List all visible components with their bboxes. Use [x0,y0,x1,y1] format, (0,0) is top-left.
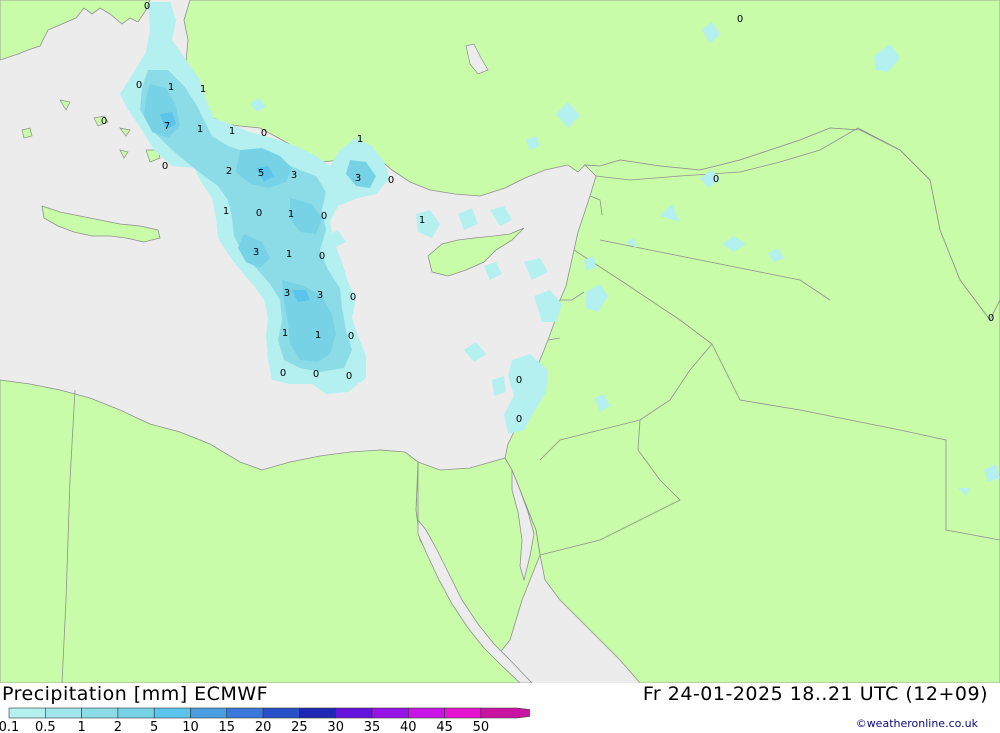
precip-value: 3 [355,173,361,184]
legend-swatch [371,707,409,719]
valid-time: Fr 24-01-2025 18..21 UTC (12+09) [642,683,988,705]
credit-link[interactable]: ©weatheronline.co.uk [856,717,978,730]
color-legend: 0.1 0.5 1 2 5 10 15 20 25 30 35 40 45 50 [0,706,530,733]
precip-value: 0 [713,174,719,185]
legend-label: 40 [400,720,417,733]
legend-label: 10 [182,720,199,733]
legend-swatch [444,707,482,719]
legend-swatch [153,707,191,719]
precip-value: 0 [256,208,262,219]
precip-value: 5 [258,168,264,179]
precip-value: 0 [313,369,319,380]
precip-value: 0 [321,211,327,222]
legend-label: 1 [77,720,85,733]
legend-label: 50 [473,720,490,733]
precip-value: 0 [136,80,142,91]
precip-value: 2 [226,166,232,177]
map-footer: Precipitation [mm] ECMWF Fr 24-01-2025 1… [0,683,1000,733]
precip-value: 3 [253,247,259,258]
legend-label: 45 [436,720,453,733]
precip-value: 0 [516,414,522,425]
precip-value: 0 [388,175,394,186]
map-title: Precipitation [mm] ECMWF [2,683,269,705]
precip-value: 0 [988,313,994,324]
precip-value: 0 [162,161,168,172]
legend-swatch [407,707,445,719]
precip-value: 0 [348,331,354,342]
legend-label: 15 [219,720,236,733]
precip-value: 1 [197,124,203,135]
legend-swatch [44,707,82,719]
legend-swatch [335,707,373,719]
precip-value: 0 [280,368,286,379]
precip-value: 0 [319,251,325,262]
precip-value: 0 [261,128,267,139]
precip-value: 0 [737,14,743,25]
legend-swatch [190,707,228,719]
legend-swatch [299,707,336,719]
legend-label: 0.1 [0,720,19,733]
precip-value: 1 [286,249,292,260]
precip-value: 1 [357,134,363,145]
legend-label: 30 [327,720,344,733]
legend-label: 20 [255,720,272,733]
precip-value: 1 [200,84,206,95]
precip-value: 0 [346,371,352,382]
precip-value: 1 [282,328,288,339]
precip-value: 1 [229,126,235,137]
precip-value: 3 [284,288,290,299]
precip-value: 0 [516,375,522,386]
precip-value: 1 [315,330,321,341]
precip-value: 1 [168,82,174,93]
legend-label: 5 [150,720,158,733]
legend-label: 25 [291,720,308,733]
legend-swatch [117,707,155,719]
precip-value: 7 [164,121,170,132]
precip-value: 0 [144,1,150,12]
legend-label: 35 [364,720,381,733]
legend-swatch [81,707,119,719]
precip-value: 3 [291,170,297,181]
precip-value: 1 [288,209,294,220]
legend-swatch [226,707,264,719]
precip-value: 1 [223,206,229,217]
legend-swatch [8,707,46,719]
legend-swatch [480,707,530,719]
precip-value: 0 [350,292,356,303]
legend-label: 0.5 [35,720,56,733]
legend-label: 2 [114,720,122,733]
precipitation-map: 0 0 0 1 1 0 7 1 1 0 0 1 2 5 3 3 0 0 1 0 … [0,0,1000,683]
precip-value: 1 [419,215,425,226]
precip-value: 3 [317,290,323,301]
legend-swatch [262,707,300,719]
precip-value: 0 [101,116,107,127]
